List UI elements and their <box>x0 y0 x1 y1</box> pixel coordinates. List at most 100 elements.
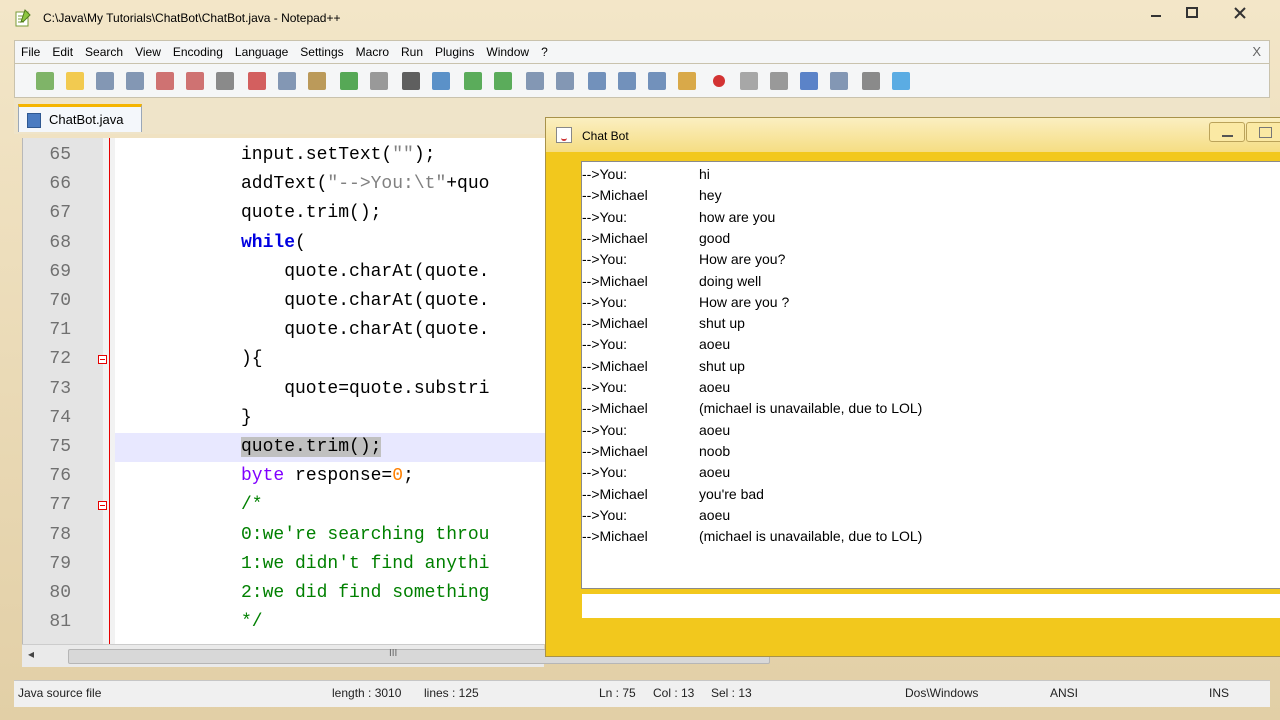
message-sender: -->Michael <box>582 442 648 459</box>
record-macro-button[interactable] <box>709 71 729 91</box>
message-text: shut up <box>699 315 745 332</box>
code-line[interactable]: 76 byte response=0; <box>23 462 545 491</box>
close-all-button[interactable] <box>185 71 205 91</box>
code-text: input.setText(""); <box>241 141 435 170</box>
code-line[interactable]: 81 */ <box>23 608 545 637</box>
scroll-left-icon[interactable]: ◂ <box>28 647 34 661</box>
stop-record-icon <box>740 72 758 90</box>
code-line[interactable]: 67 quote.trim(); <box>23 199 545 228</box>
code-line[interactable]: 65 input.setText(""); <box>23 141 545 170</box>
menu-settings[interactable]: Settings <box>294 41 349 63</box>
code-token: quote.charAt(quote. <box>241 261 490 282</box>
code-line[interactable]: 79 1:we didn't find anythi <box>23 550 545 579</box>
print-icon <box>216 72 234 90</box>
fold-toggle-icon[interactable] <box>98 355 107 365</box>
word-wrap-button[interactable] <box>587 71 607 91</box>
indent-guide-button[interactable] <box>647 71 667 91</box>
menu-plugins[interactable]: Plugins <box>429 41 480 63</box>
chat-title-bar: Chat Bot <box>546 118 1280 152</box>
save-macro-button[interactable] <box>829 71 849 91</box>
message-sender: -->You: <box>582 208 628 225</box>
message-sender: -->You: <box>582 166 628 182</box>
message-text: good <box>699 229 731 246</box>
maximize-button[interactable] <box>1168 0 1216 26</box>
chat-maximize-button[interactable] <box>1246 122 1280 142</box>
code-line[interactable]: 71 quote.charAt(quote. <box>23 316 545 345</box>
message-sender: -->Michael <box>582 315 648 332</box>
open-file-button[interactable] <box>65 71 85 91</box>
menu-help[interactable]: ? <box>535 41 554 63</box>
message-sender: -->You: <box>582 336 628 353</box>
menu-view[interactable]: View <box>129 41 167 63</box>
zoom-in-button[interactable] <box>463 71 483 91</box>
menu-run[interactable]: Run <box>395 41 429 63</box>
code-token: quote.trim(); <box>241 437 382 457</box>
code-line[interactable]: 78 0:we're searching throu <box>23 521 545 550</box>
redo-button[interactable] <box>369 71 389 91</box>
status-length: length : 3010 <box>332 686 402 700</box>
conversation-area[interactable]: -->You: hi -->Michael hey -->You: how are you… <box>581 161 1280 589</box>
print-button[interactable] <box>215 71 235 91</box>
code-text: quote.charAt(quote. <box>241 316 489 345</box>
stop-record-button[interactable] <box>739 71 759 91</box>
replace-button[interactable] <box>431 71 451 91</box>
menu-encoding[interactable]: Encoding <box>167 41 229 63</box>
menu-window[interactable]: Window <box>480 41 535 63</box>
save-all-button[interactable] <box>125 71 145 91</box>
menu-macro[interactable]: Macro <box>350 41 395 63</box>
menu-edit[interactable]: Edit <box>46 41 79 63</box>
new-file-button[interactable] <box>35 71 55 91</box>
line-number: 70 <box>49 291 71 311</box>
code-token: "" <box>392 145 414 165</box>
sync-horizontal-button[interactable] <box>555 71 575 91</box>
close-window-button[interactable] <box>1216 0 1264 26</box>
menu-search[interactable]: Search <box>79 41 129 63</box>
status-file-type: Java source file <box>18 686 102 700</box>
message-sender: -->Michael <box>582 272 648 289</box>
code-text: 1:we didn't find anythi <box>241 550 489 579</box>
user-lang-button[interactable] <box>677 71 697 91</box>
toolbar <box>14 64 1270 98</box>
code-line[interactable]: 74} <box>23 404 545 433</box>
code-token: 2:we did find something <box>241 583 490 603</box>
code-text: while( <box>241 229 306 258</box>
launch-browser-button[interactable] <box>861 71 881 91</box>
tab-label: ChatBot.java <box>49 112 124 127</box>
tab-chatbot-java[interactable]: ChatBot.java <box>18 104 142 132</box>
code-line[interactable]: 69 quote.charAt(quote. <box>23 258 545 287</box>
code-line[interactable]: 70 quote.charAt(quote. <box>23 287 545 316</box>
line-number: 79 <box>49 553 71 574</box>
horizontal-scrollbar[interactable]: ◂ III <box>22 644 770 667</box>
chat-input[interactable] <box>582 594 1280 618</box>
find-button[interactable] <box>401 71 421 91</box>
sync-vertical-button[interactable] <box>525 71 545 91</box>
code-line[interactable]: 66 addText("-->You:\t"+quo <box>23 170 545 199</box>
cut-button[interactable] <box>247 71 267 91</box>
close-button[interactable] <box>155 71 175 91</box>
zoom-out-button[interactable] <box>493 71 513 91</box>
undo-button[interactable] <box>339 71 359 91</box>
fold-toggle-icon[interactable] <box>98 501 107 511</box>
close-icon <box>1234 7 1246 19</box>
line-number: 75 <box>49 437 71 457</box>
copy-button[interactable] <box>277 71 297 91</box>
code-editor[interactable]: 65 input.setText(""); 66 addText("-->You:\t… <box>22 138 545 644</box>
status-column: Col : 13 <box>653 686 695 700</box>
close-document-button[interactable]: X <box>1252 41 1261 63</box>
play-macro-button[interactable] <box>769 71 789 91</box>
code-line[interactable]: 73 quote=quote.substri <box>23 375 545 404</box>
chat-minimize-button[interactable] <box>1209 122 1245 142</box>
menu-language[interactable]: Language <box>229 41 294 63</box>
paste-button[interactable] <box>307 71 327 91</box>
spellcheck-button[interactable] <box>891 71 911 91</box>
code-line[interactable]: 75 quote.trim(); <box>49 433 545 462</box>
java-cup-icon <box>556 127 572 143</box>
code-line[interactable]: 68 while( <box>23 229 545 258</box>
message-text: How are you ? <box>699 293 790 310</box>
menu-file[interactable]: File <box>15 41 46 63</box>
code-token: while <box>241 232 296 253</box>
run-macro-multiple-button[interactable] <box>799 71 819 91</box>
show-all-chars-button[interactable] <box>617 71 637 91</box>
code-line[interactable]: 80 2:we did find something <box>23 579 545 608</box>
save-button[interactable] <box>95 71 115 91</box>
